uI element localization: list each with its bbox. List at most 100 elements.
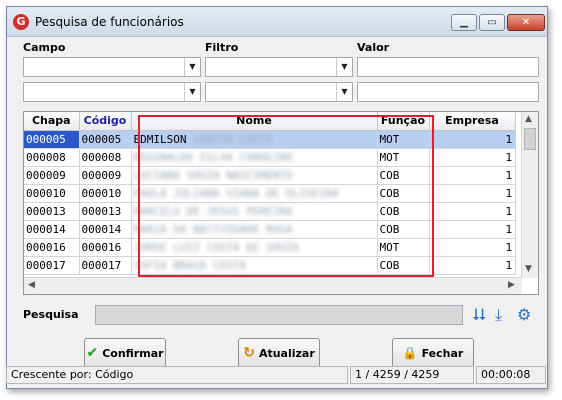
- scroll-right-icon[interactable]: ▶: [508, 280, 515, 290]
- cell-funcao[interactable]: COB: [377, 166, 430, 185]
- sort-status: Crescente por: Código: [6, 366, 348, 384]
- close-button[interactable]: 🔒 Fechar: [392, 338, 474, 368]
- scroll-up-icon[interactable]: ▲: [525, 114, 532, 124]
- cell-codigo[interactable]: 000016: [79, 238, 132, 257]
- cell-nome[interactable]: PAULA JULIANA VIANA DE OLIVEIRA: [131, 184, 378, 203]
- chevron-down-icon[interactable]: ▼: [336, 58, 352, 76]
- title-bar[interactable]: G Pesquisa de funcionários ▁ ▭ ✕: [7, 7, 547, 37]
- cell-chapa[interactable]: 000013: [24, 202, 80, 221]
- cell-chapa[interactable]: 000014: [24, 220, 80, 239]
- column-header-funcao[interactable]: Função: [377, 112, 430, 131]
- sort-field: Código: [95, 368, 134, 381]
- vertical-scroll-thumb[interactable]: [524, 128, 536, 150]
- chevron-down-icon[interactable]: ▼: [184, 58, 200, 76]
- close-window-button[interactable]: ✕: [507, 14, 545, 31]
- cell-funcao[interactable]: MOT: [377, 130, 430, 149]
- collapse-to-icon[interactable]: ⤓: [495, 307, 502, 323]
- confirm-button[interactable]: ✔ Confirmar: [84, 338, 166, 368]
- maximize-button[interactable]: ▭: [479, 14, 505, 31]
- cell-empresa[interactable]: 1: [429, 166, 516, 185]
- window-title: Pesquisa de funcionários: [35, 15, 184, 29]
- record-position: 1 / 4259 / 4259: [350, 366, 474, 384]
- table-row[interactable]: 000013 000013 MARCELO DE JESUS PEREIRA C…: [24, 202, 516, 221]
- cell-codigo[interactable]: 000010: [79, 184, 132, 203]
- filtro-select-1[interactable]: ▼: [205, 57, 353, 77]
- table-row[interactable]: 000017 000017 SOFIA BRAGA COSTA COB 1: [24, 256, 516, 275]
- app-logo-icon: G: [13, 14, 29, 30]
- cell-empresa[interactable]: 1: [429, 202, 516, 221]
- cell-empresa[interactable]: 1: [429, 220, 516, 239]
- search-label: Pesquisa: [23, 308, 79, 321]
- settings-gear-icon[interactable]: ⚙: [517, 307, 531, 323]
- scroll-down-icon[interactable]: ▼: [525, 264, 532, 274]
- cell-codigo[interactable]: 000013: [79, 202, 132, 221]
- chevron-down-icon[interactable]: ▼: [336, 83, 352, 101]
- cell-chapa[interactable]: 000009: [24, 166, 80, 185]
- cell-nome-redacted: SOFIA BRAGA COSTA: [133, 258, 247, 272]
- scroll-left-icon[interactable]: ◀: [28, 280, 35, 290]
- expand-all-icon[interactable]: ⮇: [473, 307, 486, 323]
- cell-nome-redacted: JORGE LUIZ COSTA DE SOUZA: [133, 240, 300, 254]
- sort-label: Crescente por:: [11, 368, 92, 381]
- cell-funcao[interactable]: MOT: [377, 148, 430, 167]
- refresh-icon: ↻: [243, 345, 255, 361]
- column-header-empresa[interactable]: Empresa: [429, 112, 516, 131]
- cell-chapa[interactable]: 000016: [24, 238, 80, 257]
- cell-funcao[interactable]: COB: [377, 256, 430, 275]
- valor-input-1[interactable]: [357, 57, 539, 77]
- cell-codigo[interactable]: 000005: [79, 130, 132, 149]
- table-row[interactable]: 000009 000009 LUCIANO SOUZA NASCIMENTO C…: [24, 166, 516, 185]
- cell-nome[interactable]: SOFIA BRAGA COSTA: [131, 256, 378, 275]
- cell-nome[interactable]: LUCIANO SOUZA NASCIMENTO: [131, 166, 378, 185]
- table-row[interactable]: 000014 000014 MARIA DA NATIVIDADE ROSA C…: [24, 220, 516, 239]
- campo-select-1[interactable]: ▼: [23, 57, 201, 77]
- column-header-codigo[interactable]: Código: [79, 112, 132, 131]
- search-input[interactable]: [95, 305, 463, 325]
- cell-empresa[interactable]: 1: [429, 184, 516, 203]
- cell-funcao[interactable]: COB: [377, 220, 430, 239]
- cell-codigo[interactable]: 000017: [79, 256, 132, 275]
- table-row[interactable]: 000008 000008 REGINALDO SILVA CORDEIRO M…: [24, 148, 516, 167]
- campo-select-2[interactable]: ▼: [23, 82, 201, 102]
- cell-chapa[interactable]: 000005: [24, 130, 80, 149]
- cell-nome-redacted: MARCELO DE JESUS PEREIRA: [133, 204, 293, 218]
- cell-chapa[interactable]: 000010: [24, 184, 80, 203]
- refresh-button[interactable]: ↻ Atualizar: [238, 338, 320, 368]
- cell-empresa[interactable]: 1: [429, 238, 516, 257]
- cell-funcao[interactable]: COB: [377, 184, 430, 203]
- cell-nome[interactable]: JORGE LUIZ COSTA DE SOUZA: [131, 238, 378, 257]
- horizontal-scrollbar[interactable]: ◀ ▶: [24, 277, 522, 294]
- valor-label: Valor: [357, 41, 390, 54]
- vertical-scrollbar[interactable]: ▲ ▼: [521, 112, 538, 278]
- employee-table: Chapa Código Nome Função Empresa 000005 …: [24, 112, 516, 275]
- cell-codigo[interactable]: 000014: [79, 220, 132, 239]
- cell-empresa[interactable]: 1: [429, 148, 516, 167]
- cell-nome[interactable]: MARIA DA NATIVIDADE ROSA: [131, 220, 378, 239]
- cell-empresa[interactable]: 1: [429, 256, 516, 275]
- valor-input-2[interactable]: [357, 82, 539, 102]
- table-row[interactable]: 000016 000016 JORGE LUIZ COSTA DE SOUZA …: [24, 238, 516, 257]
- column-header-nome[interactable]: Nome: [131, 112, 378, 131]
- employee-grid[interactable]: Chapa Código Nome Função Empresa 000005 …: [23, 111, 539, 295]
- cell-nome-redacted: MARIA DA NATIVIDADE ROSA: [133, 222, 293, 236]
- cell-nome[interactable]: REGINALDO SILVA CORDEIRO: [131, 148, 378, 167]
- cell-funcao[interactable]: COB: [377, 202, 430, 221]
- cell-empresa[interactable]: 1: [429, 130, 516, 149]
- table-row[interactable]: 000005 000005 EDMILSON SANTOS COSTA MOT …: [24, 130, 516, 149]
- table-header-row: Chapa Código Nome Função Empresa: [24, 112, 516, 131]
- cell-nome[interactable]: MARCELO DE JESUS PEREIRA: [131, 202, 378, 221]
- table-row[interactable]: 000010 000010 PAULA JULIANA VIANA DE OLI…: [24, 184, 516, 203]
- cell-nome[interactable]: EDMILSON SANTOS COSTA: [131, 130, 378, 149]
- filtro-select-2[interactable]: ▼: [205, 82, 353, 102]
- filtro-label: Filtro: [205, 41, 239, 54]
- checkmark-icon: ✔: [86, 345, 99, 361]
- chevron-down-icon[interactable]: ▼: [184, 83, 200, 101]
- column-header-chapa[interactable]: Chapa: [24, 112, 80, 131]
- cell-codigo[interactable]: 000008: [79, 148, 132, 167]
- cell-chapa[interactable]: 000017: [24, 256, 80, 275]
- minimize-button[interactable]: ▁: [451, 14, 477, 31]
- cell-codigo[interactable]: 000009: [79, 166, 132, 185]
- cell-chapa[interactable]: 000008: [24, 148, 80, 167]
- elapsed-time: 00:00:08: [476, 366, 546, 384]
- cell-funcao[interactable]: MOT: [377, 238, 430, 257]
